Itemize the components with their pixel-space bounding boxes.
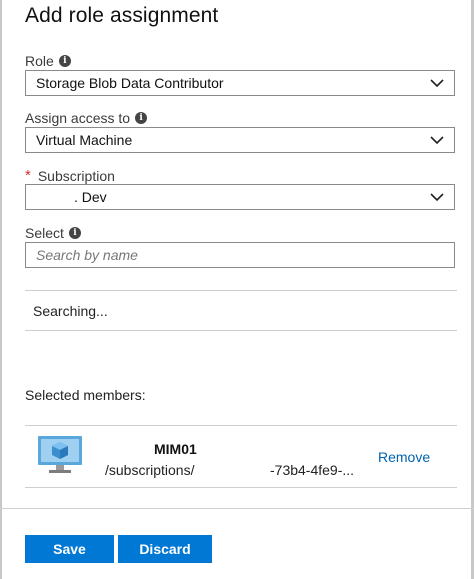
subscription-selected-value: . Dev bbox=[74, 189, 107, 205]
assign-access-dropdown[interactable]: Virtual Machine bbox=[25, 127, 455, 153]
select-label: Select bbox=[25, 225, 64, 241]
panel-left-border bbox=[0, 0, 2, 579]
member-id: -73b4-4fe9-... bbox=[270, 462, 355, 478]
add-role-assignment-panel: Add role assignment Role i Storage Blob … bbox=[0, 0, 474, 579]
assign-access-selected-value: Virtual Machine bbox=[36, 132, 133, 148]
role-dropdown[interactable]: Storage Blob Data Contributor bbox=[25, 70, 455, 96]
chevron-down-icon bbox=[430, 136, 444, 145]
selected-member-row: MIM01 /subscriptions/ -73b4-4fe9-... Rem… bbox=[25, 425, 457, 487]
chevron-down-icon bbox=[430, 193, 444, 202]
chevron-down-icon bbox=[430, 79, 444, 88]
remove-member-link[interactable]: Remove bbox=[378, 449, 430, 465]
discard-button[interactable]: Discard bbox=[118, 535, 212, 563]
assign-access-info-icon[interactable]: i bbox=[135, 112, 148, 124]
select-info-icon[interactable]: i bbox=[68, 227, 81, 239]
subscription-dropdown[interactable]: . Dev bbox=[25, 184, 455, 210]
search-input[interactable] bbox=[25, 242, 455, 268]
select-label-row: Select i bbox=[25, 225, 81, 241]
role-label-row: Role i bbox=[25, 53, 71, 69]
role-label: Role bbox=[25, 53, 54, 69]
assign-access-label: Assign access to bbox=[25, 110, 131, 126]
divider bbox=[25, 290, 457, 291]
searching-status: Searching... bbox=[33, 303, 108, 319]
role-selected-value: Storage Blob Data Contributor bbox=[36, 75, 224, 91]
role-info-icon[interactable]: i bbox=[58, 55, 71, 67]
panel-title: Add role assignment bbox=[25, 4, 219, 27]
footer-divider bbox=[0, 508, 474, 509]
subscription-label: Subscription bbox=[37, 167, 115, 184]
divider bbox=[25, 330, 457, 331]
selected-members-title: Selected members: bbox=[25, 387, 146, 403]
required-indicator: * bbox=[25, 167, 31, 184]
assign-access-label-row: Assign access to i bbox=[25, 110, 148, 126]
virtual-machine-icon bbox=[38, 436, 82, 473]
subscription-label-row: * Subscription bbox=[25, 167, 115, 184]
divider bbox=[25, 487, 457, 488]
member-name: MIM01 bbox=[154, 441, 197, 457]
member-path: /subscriptions/ bbox=[105, 462, 195, 478]
save-button[interactable]: Save bbox=[25, 535, 114, 563]
